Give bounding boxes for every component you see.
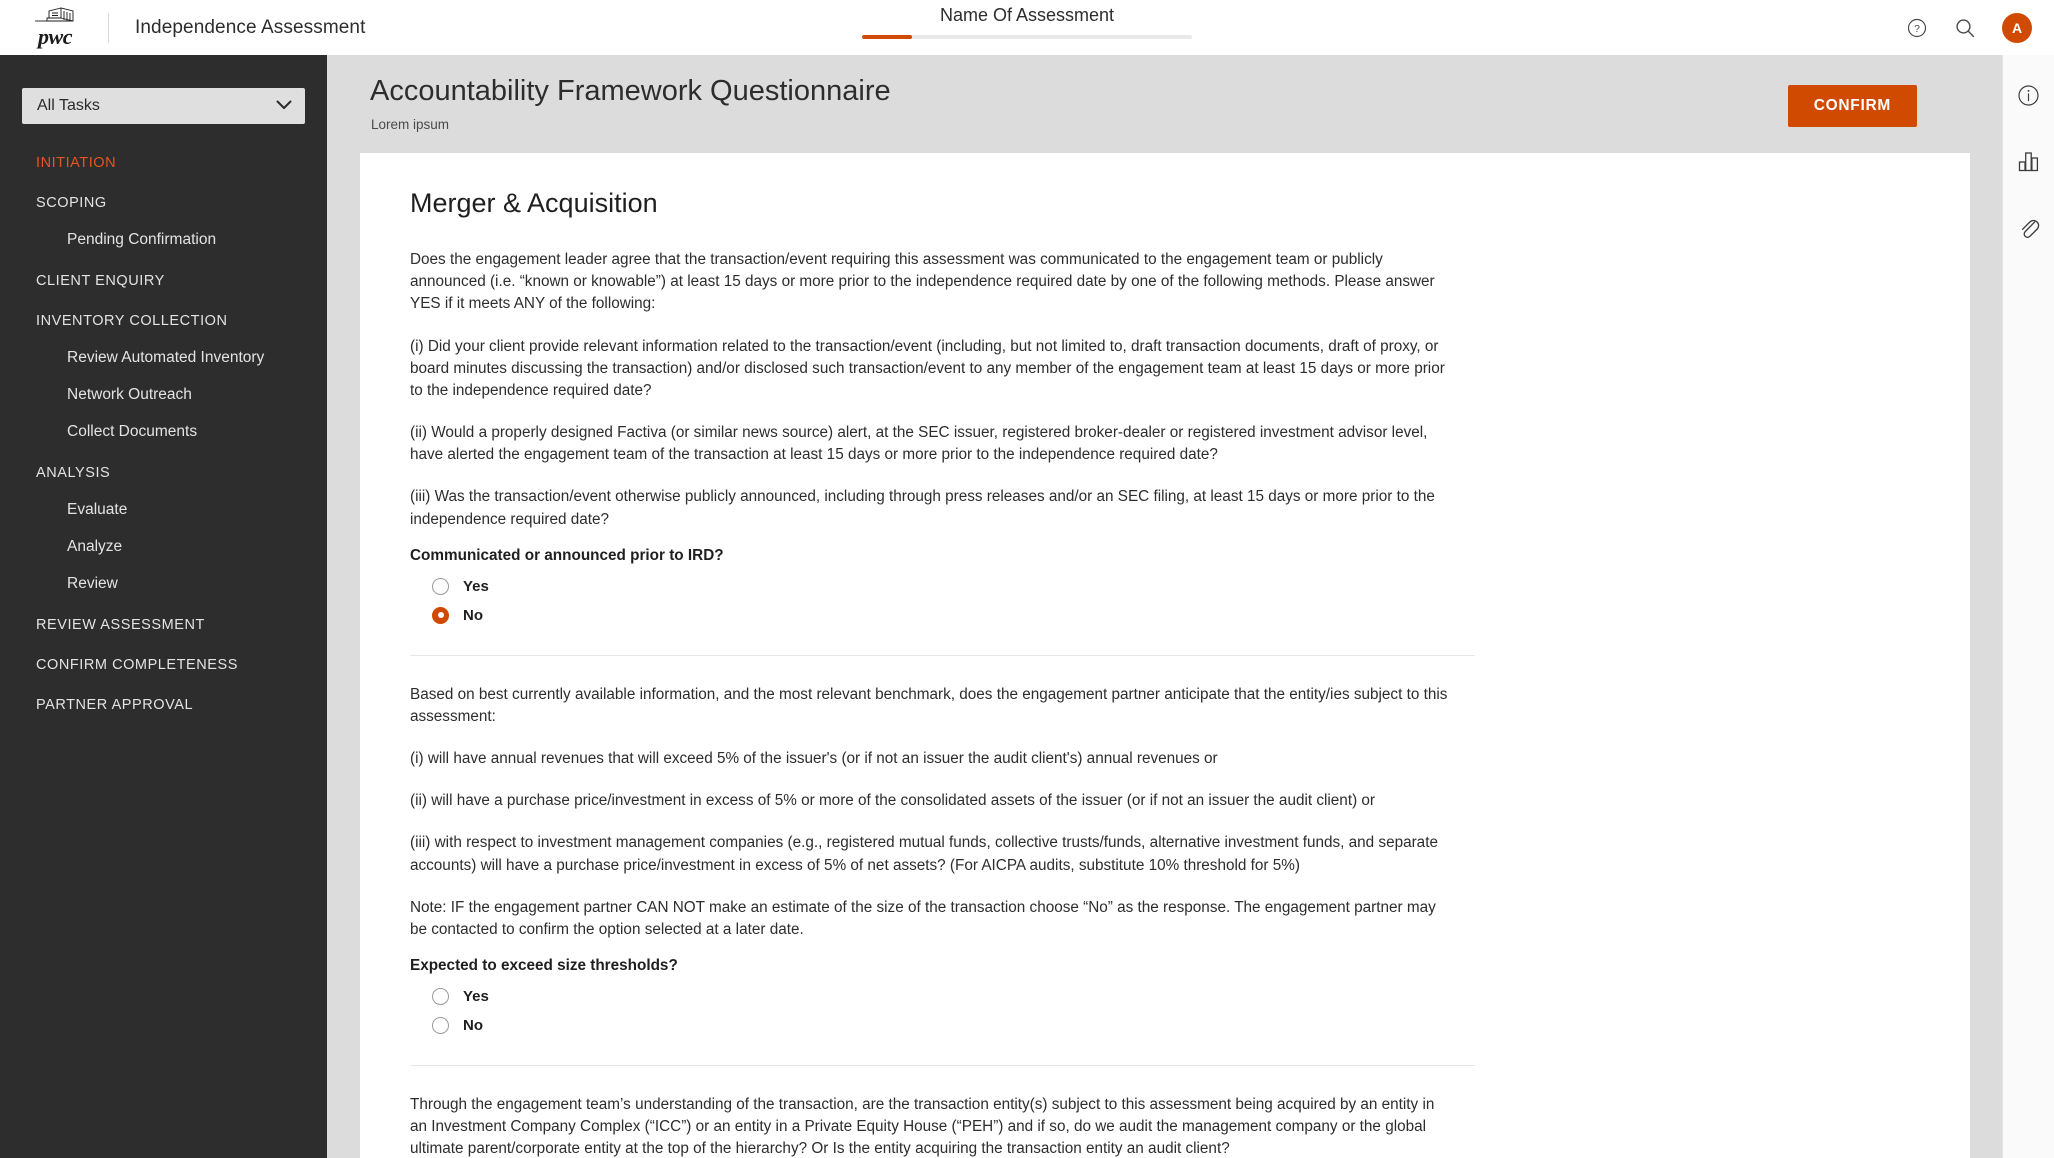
sidebar-group-confirm-completeness[interactable]: CONFIRM COMPLETENESS: [0, 657, 327, 673]
sidebar-group-inventory-collection[interactable]: INVENTORY COLLECTION: [0, 313, 327, 329]
sidebar-item-evaluate[interactable]: Evaluate: [0, 501, 327, 519]
assessment-name: Name Of Assessment: [939, 5, 1115, 25]
sidebar-item-network-outreach[interactable]: Network Outreach: [0, 386, 327, 404]
radio-option-no[interactable]: No: [410, 604, 483, 627]
radio-option-yes[interactable]: Yes: [410, 575, 489, 598]
svg-text:?: ?: [1914, 23, 1920, 35]
sidebar-item-collect-documents[interactable]: Collect Documents: [0, 423, 327, 441]
sidebar-group-review-assessment[interactable]: REVIEW ASSESSMENT: [0, 617, 327, 633]
section-divider: [410, 654, 1475, 656]
radio-button-icon[interactable]: [432, 988, 449, 1006]
question-paragraph: (i) Did your client provide relevant inf…: [410, 337, 1445, 399]
sidebar-item-analyze[interactable]: Analyze: [0, 538, 327, 556]
sidebar-group-analysis[interactable]: ANALYSIS: [0, 465, 327, 481]
sidebar-nav: INITIATION SCOPING Pending Confirmation CLI…: [0, 155, 327, 713]
app-title: Independence Assessment: [135, 16, 366, 38]
sidebar-group-client-enquiry[interactable]: CLIENT ENQUIRY: [0, 273, 327, 289]
top-bar: pwc Independence Assessment Name Of Asse…: [0, 0, 2054, 55]
page-title: Accountability Framework Questionnaire: [370, 75, 891, 107]
help-circle-icon[interactable]: ?: [1904, 15, 1930, 41]
sidebar-item-review[interactable]: Review: [0, 575, 327, 593]
question-block: Does the engagement leader agree that th…: [410, 249, 1920, 627]
assessment-progress-fill: [862, 35, 912, 39]
radio-button-icon[interactable]: [432, 606, 449, 624]
question-paragraph: (ii) Would a properly designed Factiva (…: [410, 424, 1428, 464]
sidebar-group-scoping[interactable]: SCOPING: [0, 195, 327, 211]
task-filter-label: All Tasks: [37, 97, 100, 114]
top-bar-actions: ? A: [1904, 0, 2032, 55]
sidebar-item-pending-confirmation[interactable]: Pending Confirmation: [0, 231, 327, 249]
question-block-list: Does the engagement leader agree that th…: [410, 249, 1920, 1158]
radio-option-label: Yes: [463, 577, 489, 595]
question-paragraph: Does the engagement leader agree that th…: [410, 251, 1435, 313]
info-circle-icon[interactable]: [2015, 81, 2043, 109]
question-paragraph: (iii) Was the transaction/event otherwis…: [410, 488, 1435, 528]
pwc-logo-icon: [33, 7, 77, 25]
bar-chart-icon[interactable]: [2015, 147, 2043, 175]
section-divider: [410, 1065, 1475, 1067]
question-block: Through the engagement team’s understand…: [410, 1094, 1920, 1158]
sidebar-group-initiation[interactable]: INITIATION: [0, 155, 327, 171]
paperclip-icon[interactable]: [2015, 213, 2043, 241]
question-paragraph: (ii) will have a purchase price/investme…: [410, 792, 1376, 810]
avatar[interactable]: A: [2002, 12, 2032, 43]
question-paragraph: Note: IF the engagement partner CAN NOT …: [410, 898, 1436, 938]
avatar-initial: A: [2011, 19, 2023, 36]
chevron-down-icon: [276, 97, 292, 115]
sidebar-item-review-automated-inventory[interactable]: Review Automated Inventory: [0, 349, 327, 367]
question-paragraph: (iii) with respect to investment managem…: [410, 834, 1438, 874]
confirm-button[interactable]: CONFIRM: [1787, 85, 1917, 127]
question-paragraph: Through the engagement team’s understand…: [410, 1096, 1435, 1158]
answer-label: Expected to exceed size thresholds?: [410, 957, 678, 975]
page-subtitle: Lorem ipsum: [371, 117, 450, 132]
radio-option-no[interactable]: No: [410, 1014, 483, 1037]
pwc-logo[interactable]: pwc: [20, 7, 90, 48]
assessment-progress-bar: [862, 35, 1192, 39]
main-content-area: Merger & Acquisition Does the engagement…: [327, 153, 2002, 1158]
radio-button-icon[interactable]: [432, 1017, 449, 1035]
question-paragraph: (i) will have annual revenues that will …: [410, 750, 1218, 768]
questionnaire-card: Merger & Acquisition Does the engagement…: [360, 153, 1970, 1158]
section-title: Merger & Acquisition: [410, 188, 658, 218]
radio-option-label: No: [463, 606, 483, 624]
radio-option-yes[interactable]: Yes: [410, 985, 489, 1008]
radio-option-label: No: [463, 1017, 483, 1035]
sidebar: All Tasks INITIATION SCOPING Pending Confi…: [0, 55, 327, 1158]
radio-option-label: Yes: [463, 988, 489, 1006]
page-header: Accountability Framework Questionnaire L…: [327, 55, 2002, 153]
task-filter-dropdown[interactable]: All Tasks: [22, 88, 305, 124]
right-rail: [2002, 55, 2054, 1158]
pwc-wordmark: pwc: [38, 24, 72, 49]
answer-label: Communicated or announced prior to IRD?: [410, 546, 724, 564]
sidebar-group-partner-approval[interactable]: PARTNER APPROVAL: [0, 697, 327, 713]
question-block: Based on best currently available inform…: [410, 684, 1920, 1037]
brand-divider: [108, 12, 109, 43]
question-paragraph: Based on best currently available inform…: [410, 685, 1448, 725]
search-icon[interactable]: [1952, 15, 1978, 41]
radio-button-icon[interactable]: [432, 577, 449, 595]
